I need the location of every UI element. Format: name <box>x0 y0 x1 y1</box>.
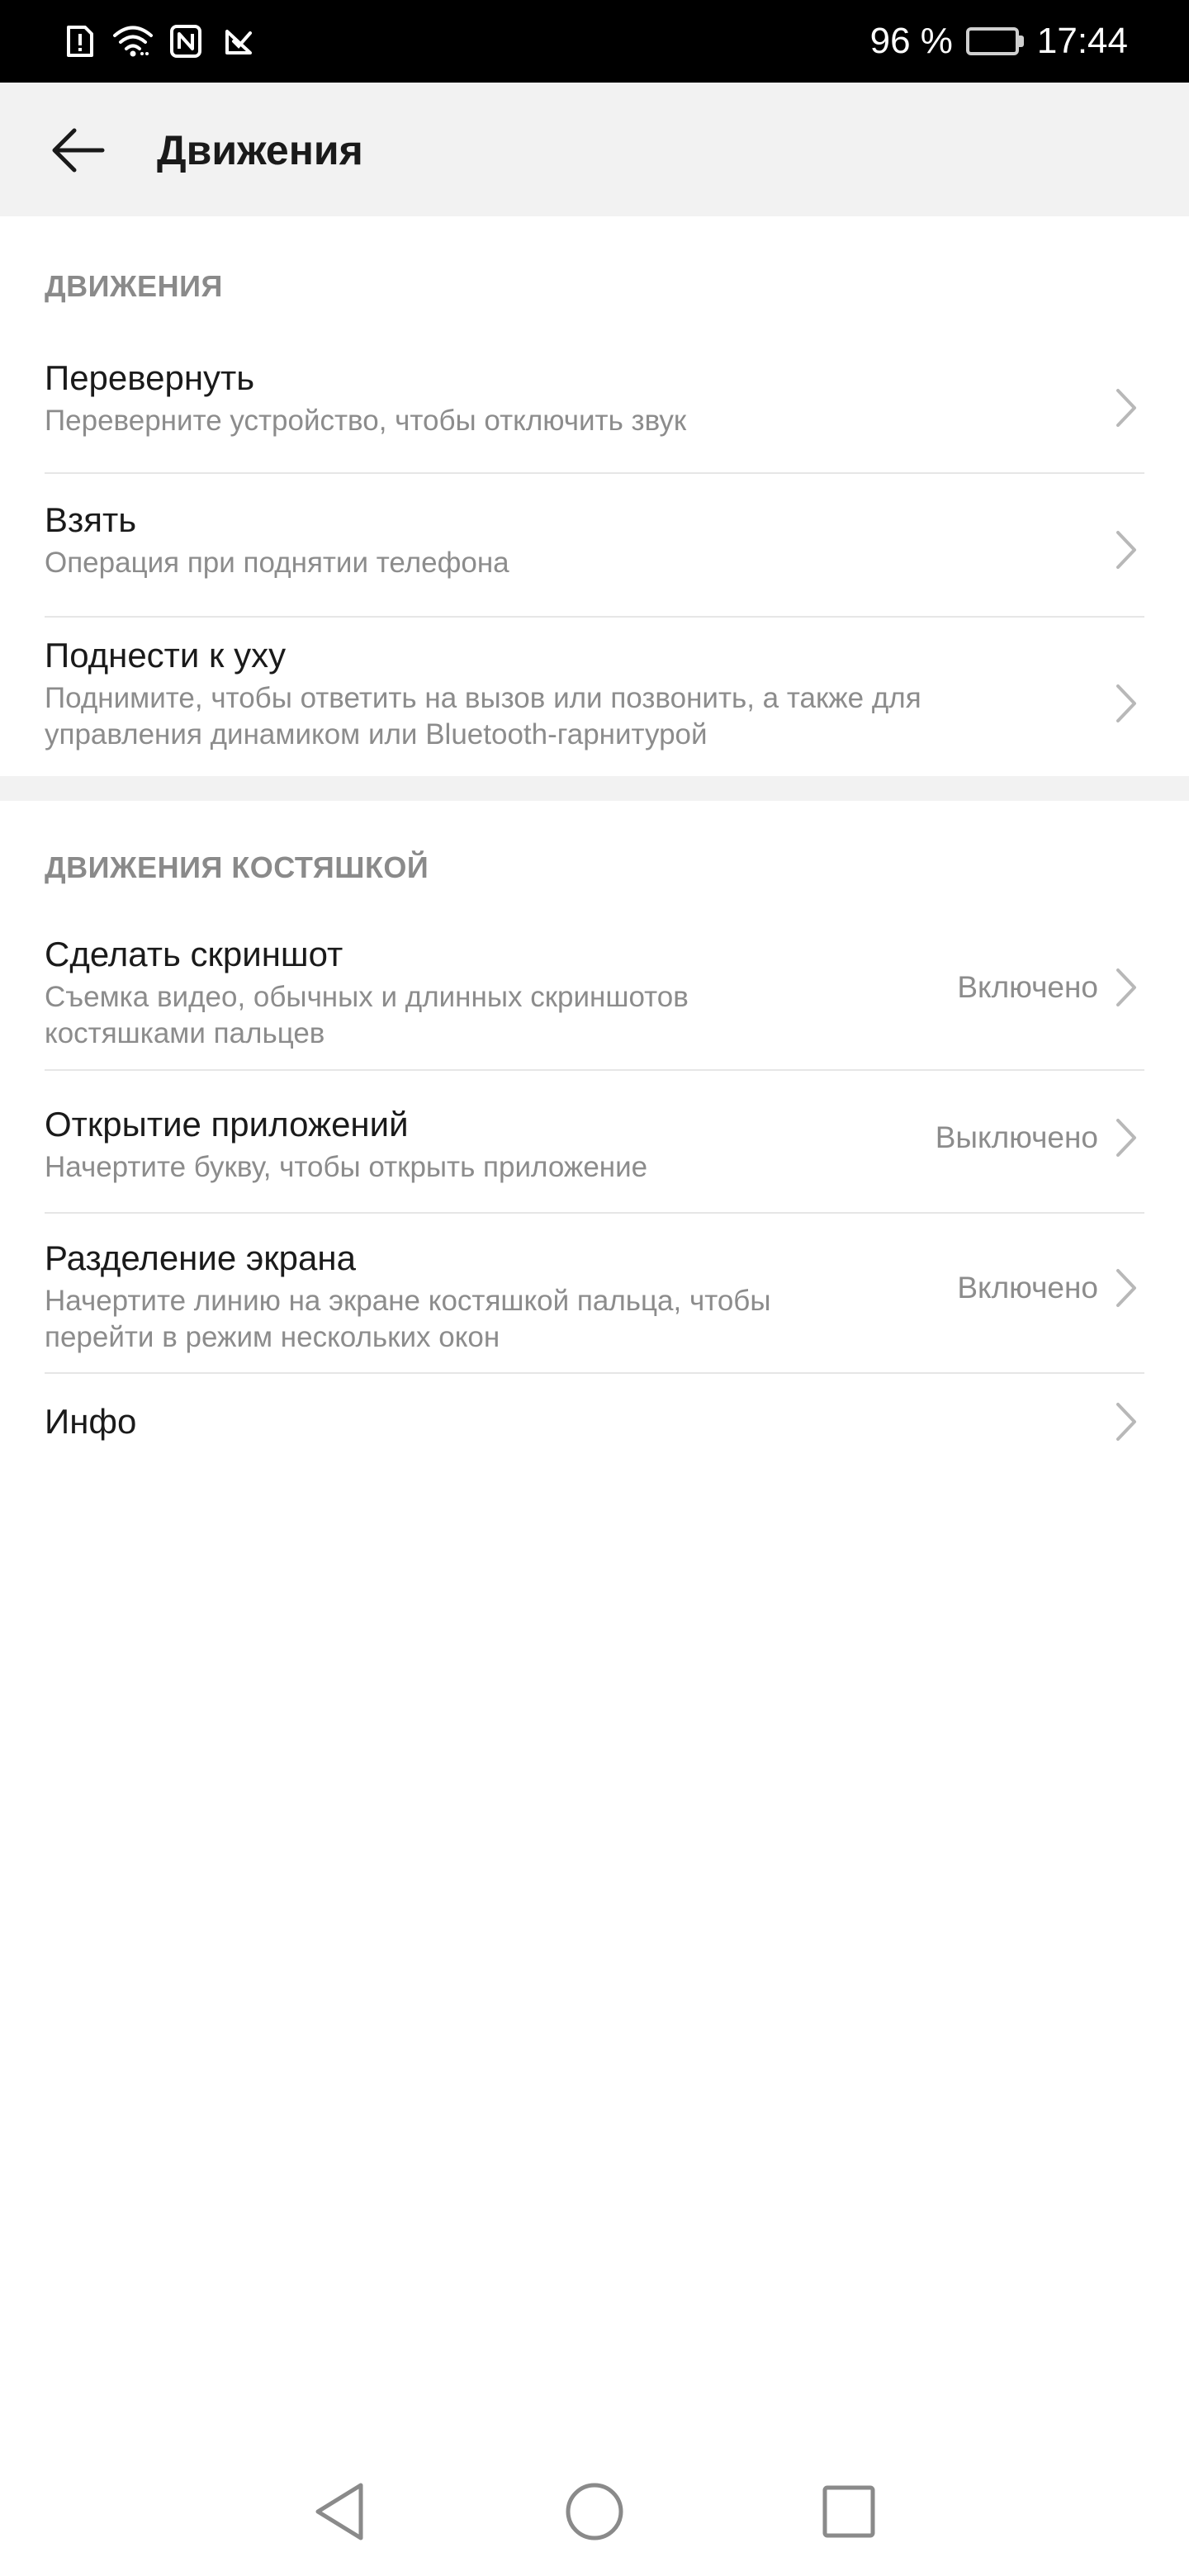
divider <box>45 1212 1144 1214</box>
navigation-bar <box>0 2460 1189 2576</box>
divider <box>45 616 1144 618</box>
list-item-split-screen[interactable]: Разделение экрана Начертите линию на экр… <box>45 1237 1144 1361</box>
status-time: 17:44 <box>1036 21 1128 61</box>
battery-percent: 96 % <box>869 21 953 61</box>
list-item-open-apps[interactable]: Открытие приложений Начертите букву, что… <box>45 1103 1144 1194</box>
knuckle-section: ДВИЖЕНИЯ КОСТЯШКОЙ Сделать скриншот Съем… <box>0 801 1189 1478</box>
list-item-flip[interactable]: Перевернуть Переверните устройство, чтоб… <box>45 357 1144 464</box>
chevron-right-icon <box>1111 1265 1141 1311</box>
list-item-raise-to-ear[interactable]: Поднести к уху Поднимите, чтобы ответить… <box>45 634 1144 766</box>
divider <box>45 472 1144 474</box>
chevron-right-icon <box>1111 964 1141 1011</box>
item-title: Поднести к уху <box>45 636 287 675</box>
page-title: Движения <box>157 127 363 173</box>
item-title: Разделение экрана <box>45 1238 356 1277</box>
item-title: Сделать скриншот <box>45 935 343 973</box>
section-header: ДВИЖЕНИЯ <box>45 269 223 303</box>
item-subtitle: Начертите линию на экране костяшкой паль… <box>45 1285 771 1353</box>
status-right: 96 % 17:44 <box>870 21 1128 62</box>
chevron-right-icon <box>1111 385 1141 431</box>
nav-home-icon <box>566 2483 623 2540</box>
item-title: Открытие приложений <box>45 1105 409 1144</box>
wifi-icon <box>112 21 154 62</box>
alert-sim-icon <box>59 21 101 62</box>
item-title: Взять <box>45 500 137 539</box>
divider <box>45 1069 1144 1071</box>
chevron-right-icon <box>1111 1399 1141 1445</box>
nav-back-button[interactable] <box>299 2470 381 2553</box>
item-subtitle: Поднимите, чтобы ответить на вызов или п… <box>45 682 921 751</box>
item-title: Перевернуть <box>45 358 255 397</box>
list-item-info[interactable]: Инфо <box>45 1394 1144 1468</box>
item-subtitle: Начертите букву, чтобы открыть приложени… <box>45 1151 648 1183</box>
motions-section: ДВИЖЕНИЯ Перевернуть Переверните устройс… <box>0 216 1189 776</box>
item-title: Инфо <box>45 1402 137 1441</box>
item-subtitle: Съемка видео, обычных и длинных скриншот… <box>45 981 689 1049</box>
item-subtitle: Операция при поднятии телефона <box>45 547 509 579</box>
section-header: ДВИЖЕНИЯ КОСТЯШКОЙ <box>45 850 429 884</box>
arrow-left-icon <box>52 128 105 173</box>
status-value: Включено <box>957 1271 1098 1305</box>
back-button[interactable] <box>45 117 111 183</box>
section-separator <box>0 776 1189 801</box>
nav-home-button[interactable] <box>553 2470 636 2553</box>
battery-icon <box>965 27 1024 55</box>
divider <box>45 1372 1144 1374</box>
chevron-right-icon <box>1111 680 1141 727</box>
status-bar: 96 % 17:44 <box>0 0 1189 83</box>
list-item-pick-up[interactable]: Взять Операция при поднятии телефона <box>45 499 1144 606</box>
screen: 96 % 17:44 Движения ДВИЖЕНИЯ Перевернуть… <box>0 0 1189 2576</box>
list-item-screenshot[interactable]: Сделать скриншот Съемка видео, обычных и… <box>45 933 1144 1057</box>
signal-check-icon <box>218 21 259 62</box>
nav-recents-button[interactable] <box>808 2470 890 2553</box>
status-icons <box>59 21 259 62</box>
nav-back-icon <box>315 2483 363 2540</box>
chevron-right-icon <box>1111 1115 1141 1161</box>
item-subtitle: Переверните устройство, чтобы отключить … <box>45 405 687 437</box>
nfc-icon <box>165 21 206 62</box>
status-value: Включено <box>957 970 1098 1004</box>
nav-recents-icon <box>822 2485 875 2538</box>
status-value: Выключено <box>935 1120 1098 1154</box>
app-bar: Движения <box>0 83 1189 216</box>
chevron-right-icon <box>1111 527 1141 573</box>
